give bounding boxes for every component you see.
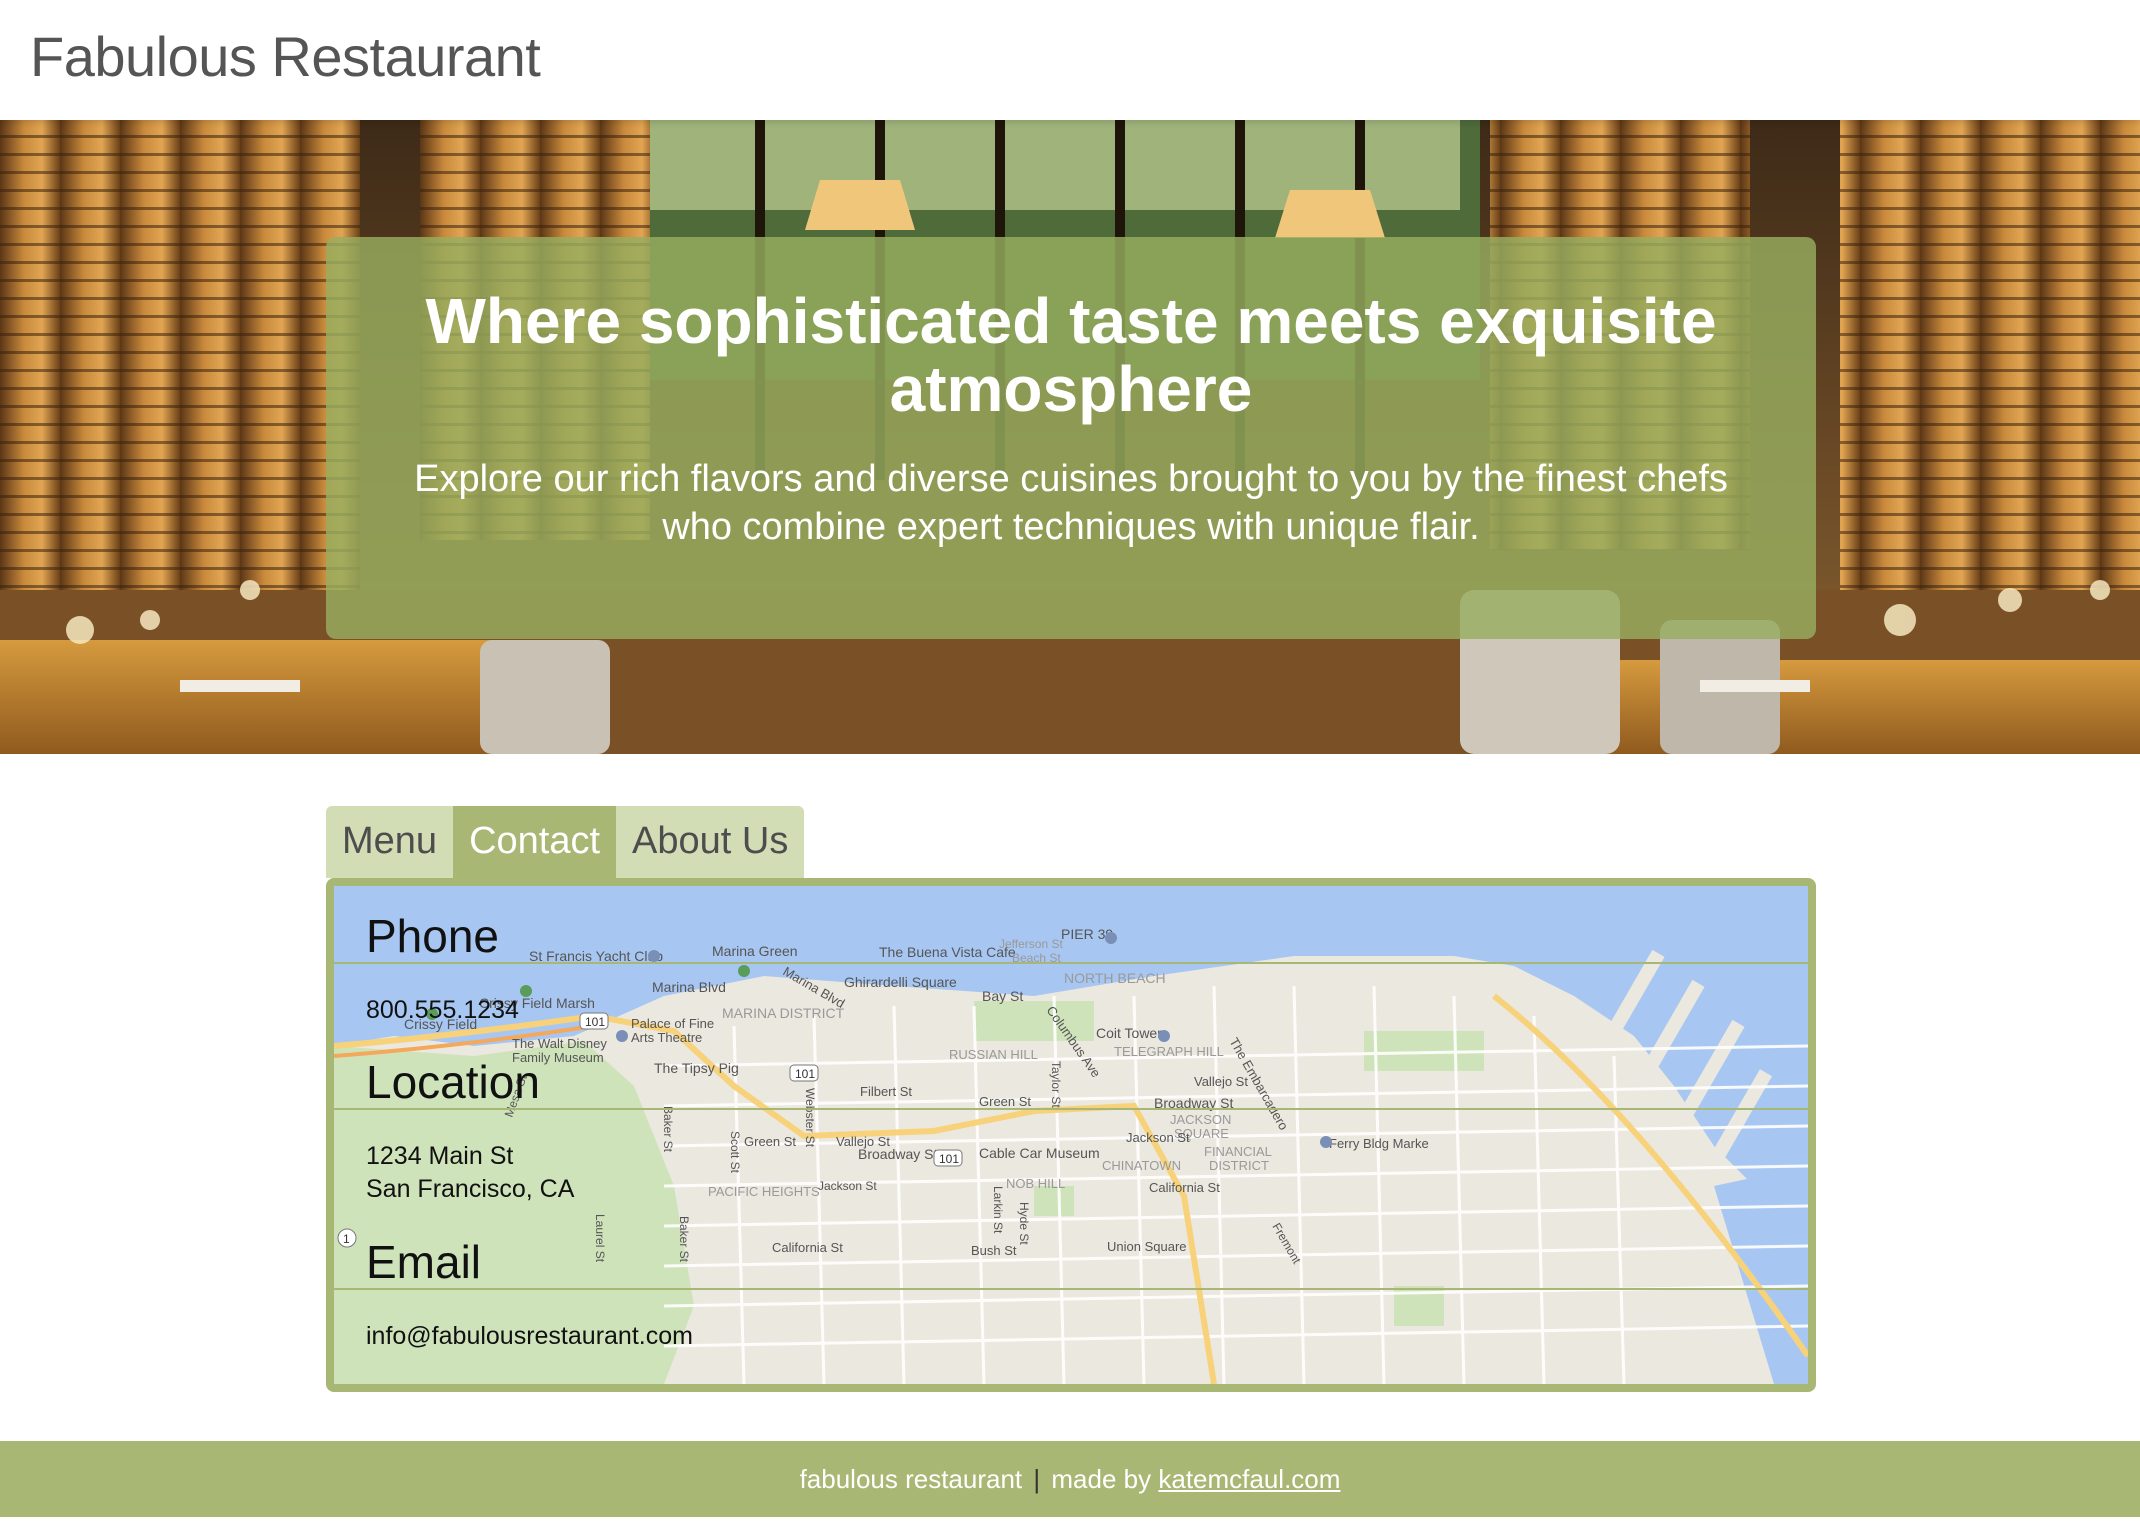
footer-made-by: made by [1051,1464,1152,1494]
email-heading: Email [334,1236,1808,1290]
hero-overlay-panel: Where sophisticated taste meets exquisit… [326,237,1816,639]
footer-separator: | [1033,1464,1041,1494]
footer-brand: fabulous restaurant [799,1464,1023,1494]
phone-section: Phone 800.555.1234 [334,910,1808,1027]
poi-marker-icon [1158,1030,1170,1042]
hero-description: Explore our rich flavors and diverse cui… [414,458,1728,548]
contact-panel: St Francis Yacht Club Marina Green The B… [326,878,1816,1392]
phone-number[interactable]: 800.555.1234 [334,994,1808,1027]
hero-banner: Where sophisticated taste meets exquisit… [0,120,2140,754]
map-label: The Walt Disney [512,1036,607,1051]
footer-author-link[interactable]: katemcfaul.com [1158,1464,1340,1494]
site-title[interactable]: Fabulous Restaurant [30,24,541,89]
address-line-2: San Francisco, CA [366,1175,575,1203]
map-label: Arts Theatre [631,1030,702,1045]
hero-heading: Where sophisticated taste meets exquisit… [425,285,1717,425]
section-tabs: Menu Contact About Us [326,806,805,878]
tab-about-us[interactable]: About Us [616,806,805,878]
phone-heading: Phone [334,910,1808,964]
site-footer: fabulous restaurant | made by katemcfaul… [0,1441,2140,1517]
email-section: Email info@fabulousrestaurant.com [334,1236,1808,1353]
location-heading: Location [334,1056,1808,1110]
map-label: Coit Tower [1096,1025,1162,1041]
email-address[interactable]: info@fabulousrestaurant.com [334,1320,1808,1353]
poi-marker-icon [616,1030,628,1042]
tab-menu[interactable]: Menu [326,806,454,878]
address-line-1: 1234 Main St [366,1142,514,1170]
location-section: Location 1234 Main St San Francisco, CA [334,1056,1808,1206]
site-header: Fabulous Restaurant [0,0,2140,120]
tab-contact[interactable]: Contact [453,806,617,878]
